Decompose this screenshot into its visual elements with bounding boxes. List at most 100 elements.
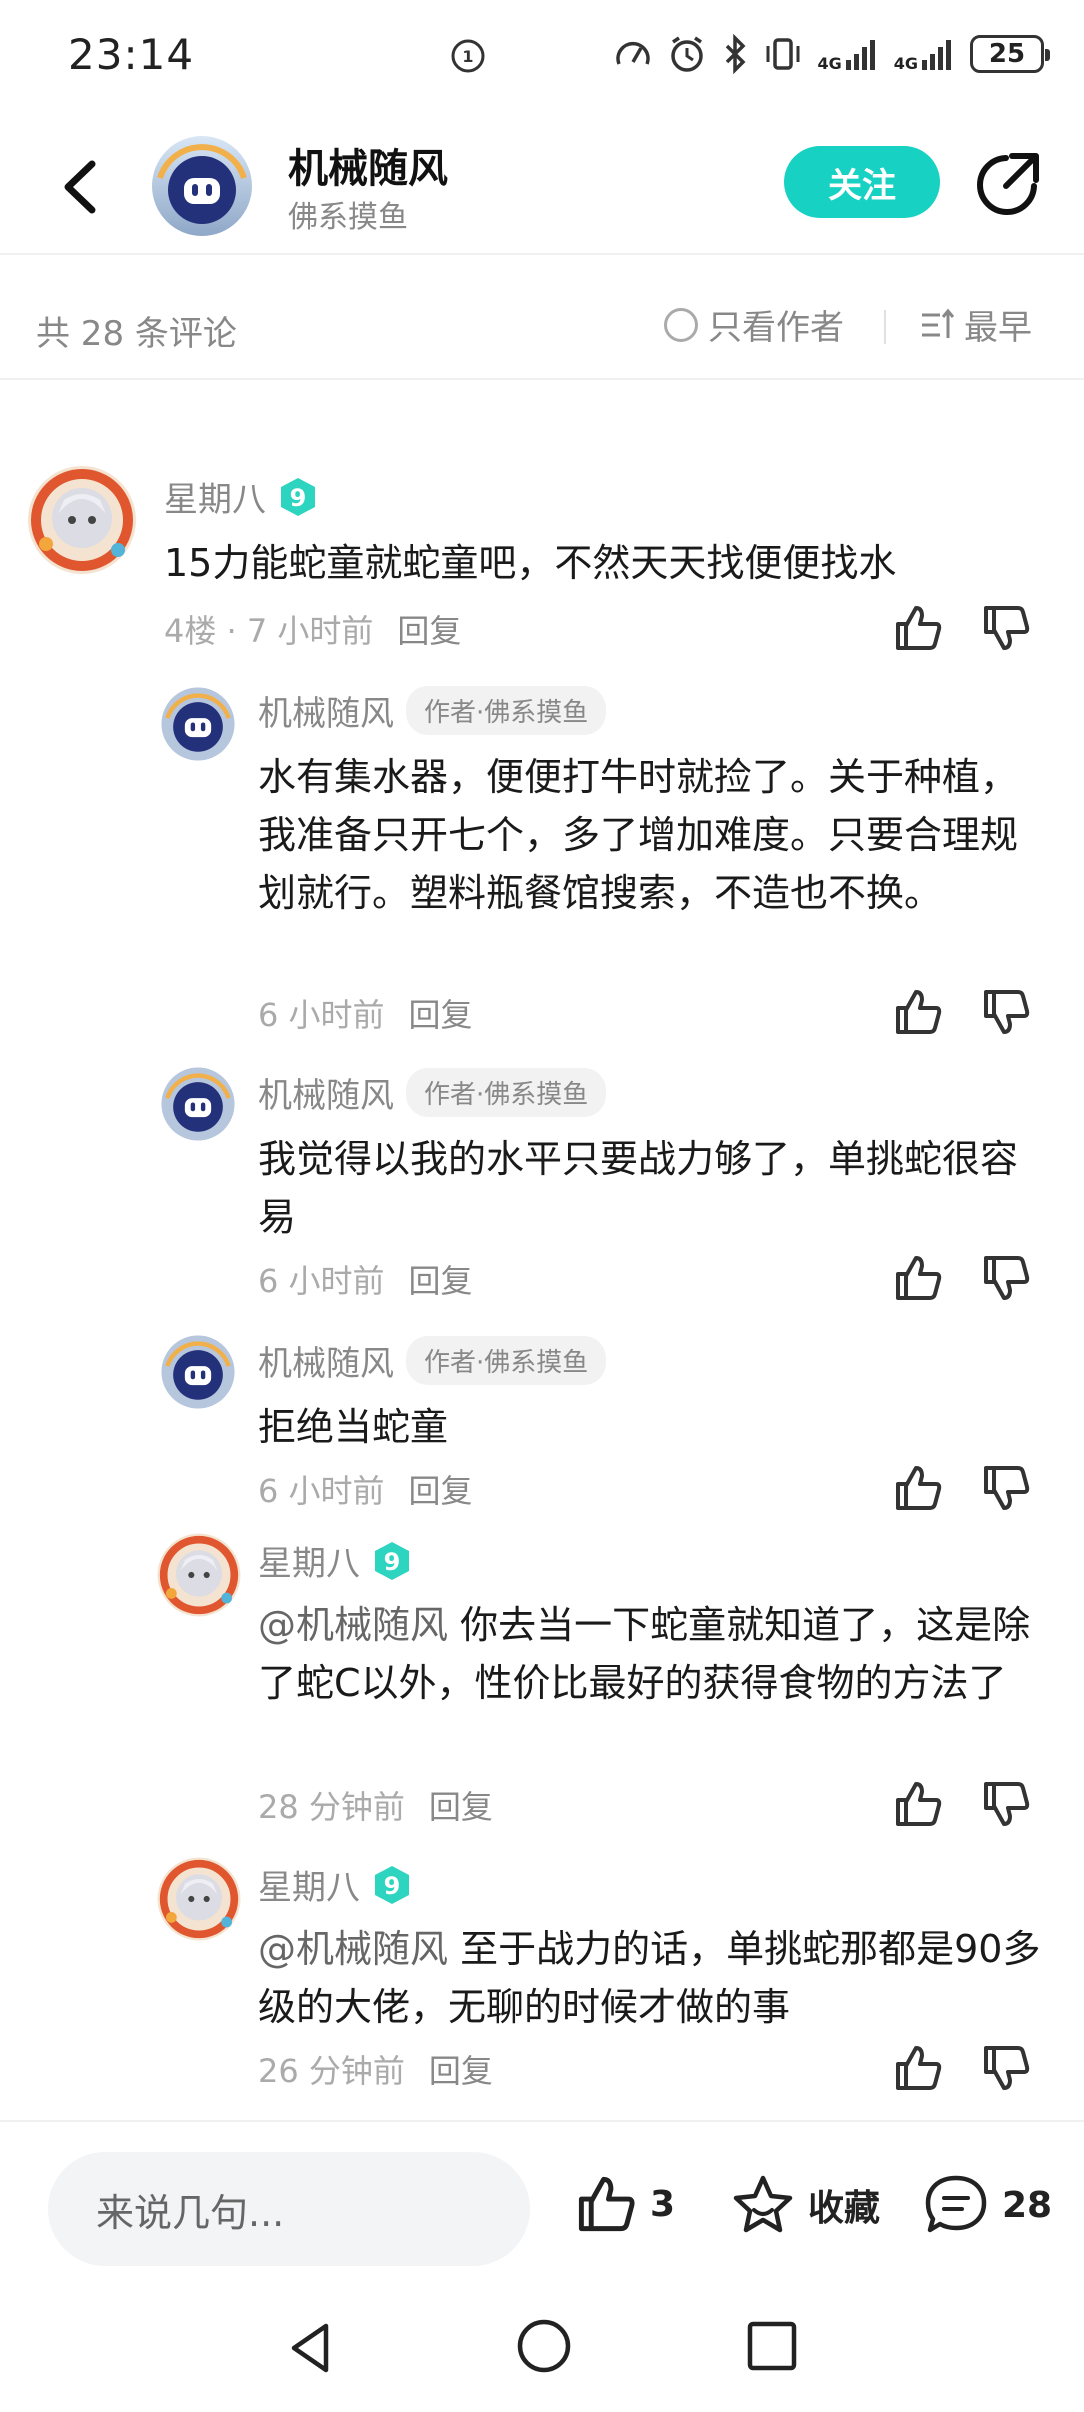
thumbs-up-icon[interactable] — [892, 986, 944, 1038]
thumbs-down-icon[interactable] — [980, 602, 1032, 654]
comment-name-row: 星期八 9 — [258, 1860, 412, 1909]
reply-item: 机械随风 作者·佛系摸鱼 水有集水器，便便打牛时就捡了。关于种植，我准备只开七个… — [0, 680, 1084, 1040]
system-nav-bar — [0, 2300, 1084, 2412]
bottom-action-bar: 来说几句... 3 收藏 28 — [0, 2120, 1084, 2300]
bluetooth-icon — [726, 34, 746, 74]
thumbs-up-icon[interactable] — [892, 602, 944, 654]
sort-label: 最早 — [964, 308, 1032, 348]
speed-icon — [616, 41, 651, 65]
level-value: 9 — [384, 1548, 401, 1576]
reply-item: 机械随风 作者·佛系摸鱼 拒绝当蛇童 6 小时前 回复 — [0, 1330, 1084, 1520]
sort-icon — [922, 308, 955, 338]
comment-text: 15力能蛇童就蛇童吧，不然天天找便便找水 — [164, 541, 897, 585]
author-name[interactable]: 机械随风 — [288, 136, 448, 194]
collect-label: 收藏 — [808, 2188, 881, 2229]
battery-icon: 25 — [970, 35, 1050, 73]
reply-item: 机械随风 作者·佛系摸鱼 我觉得以我的水平只要战力够了，单挑蛇很容易 6 小时前… — [0, 1062, 1084, 1312]
divider — [884, 310, 886, 344]
commenter-name[interactable]: 机械随风 — [258, 686, 394, 735]
comment-text: 水有集水器，便便打牛时就捡了。关于种植，我准备只开七个，多了增加难度。只要合理规… — [258, 755, 1019, 915]
status-bar: 23:14 1 4G 4G 25 — [0, 0, 1084, 110]
level-badge-icon: 9 — [281, 477, 315, 516]
commenter-name[interactable]: 机械随风 — [258, 1336, 394, 1385]
like-count: 3 — [650, 2183, 676, 2225]
thumbs-up-icon[interactable] — [892, 1252, 944, 1304]
thumbs-down-icon[interactable] — [980, 2042, 1032, 2094]
like-button[interactable]: 3 — [574, 2172, 675, 2236]
signal-bars-icon — [845, 40, 875, 70]
user-avatar[interactable] — [160, 686, 236, 762]
comment-time: 6 小时前 — [258, 1472, 385, 1510]
level-badge-icon: 9 — [375, 1541, 409, 1580]
reply-button[interactable]: 回复 — [429, 2046, 493, 2092]
comment-meta: 6 小时前 回复 — [258, 1256, 473, 1302]
post-header: 机械随风 佛系摸鱼 关注 — [0, 120, 1084, 255]
level-value: 9 — [290, 484, 307, 512]
collect-button[interactable]: 收藏 — [730, 2172, 880, 2238]
comment-text: 我觉得以我的水平只要战力够了，单挑蛇很容易 — [258, 1137, 1019, 1239]
comment-time: 6 小时前 — [258, 996, 385, 1034]
author-tag: 作者·佛系摸鱼 — [406, 1068, 607, 1117]
thumbs-down-icon[interactable] — [980, 986, 1032, 1038]
commenter-name[interactable]: 星期八 — [164, 472, 266, 521]
only-author-label: 只看作者 — [708, 308, 844, 348]
only-author-toggle[interactable]: 只看作者 — [664, 300, 844, 349]
author-tag: 作者·佛系摸鱼 — [406, 1336, 607, 1385]
thumbs-up-icon[interactable] — [892, 1778, 944, 1830]
comment-text: @机械随风 至于战力的话，单挑蛇那都是90多级的大佬，无聊的时候才做的事 — [258, 1920, 1048, 2036]
comment-input[interactable]: 来说几句... — [48, 2152, 530, 2266]
commenter-name[interactable]: 星期八 — [258, 1536, 360, 1585]
battery-level: 25 — [988, 39, 1026, 69]
commenter-name[interactable]: 星期八 — [258, 1860, 360, 1909]
user-avatar[interactable] — [160, 1066, 236, 1142]
thumbs-down-icon[interactable] — [980, 1778, 1032, 1830]
comment-meta: 6 小时前 回复 — [258, 1466, 473, 1512]
user-avatar[interactable] — [156, 1532, 242, 1618]
commenter-name[interactable]: 机械随风 — [258, 1068, 394, 1117]
comment-meta: 26 分钟前 回复 — [258, 2046, 493, 2092]
level-badge-icon: 9 — [375, 1865, 409, 1904]
thumbs-down-icon[interactable] — [980, 1462, 1032, 1514]
comment-item: 星期八 9 15力能蛇童就蛇童吧，不然天天找便便找水 4楼 · 7 小时前 回复 — [0, 440, 1084, 670]
reply-item: 星期八 9 @机械随风 至于战力的话，单挑蛇那都是90多级的大佬，无聊的时候才做… — [0, 1856, 1084, 2106]
signal-bars-icon — [922, 40, 951, 70]
comment-meta: 28 分钟前 回复 — [258, 1782, 493, 1828]
reply-button[interactable]: 回复 — [409, 1256, 473, 1302]
nav-back-icon[interactable] — [282, 2318, 342, 2378]
mention-link[interactable]: @机械随风 — [258, 1927, 448, 1971]
author-subtitle: 佛系摸鱼 — [288, 200, 408, 235]
thumbs-down-icon[interactable] — [980, 1252, 1032, 1304]
comment-time: 6 小时前 — [258, 1262, 385, 1300]
thumbs-up-icon[interactable] — [892, 1462, 944, 1514]
nav-recent-apps-icon[interactable] — [744, 2318, 800, 2374]
nav-home-icon[interactable] — [514, 2316, 574, 2376]
sort-order-button[interactable]: 最早 — [918, 300, 1032, 349]
vibrate-icon — [766, 38, 800, 70]
comment-name-row: 机械随风 作者·佛系摸鱼 — [258, 1336, 607, 1385]
user-avatar[interactable] — [26, 464, 138, 576]
back-icon[interactable] — [52, 152, 112, 222]
reply-button[interactable]: 回复 — [397, 606, 461, 652]
user-avatar[interactable] — [160, 1334, 236, 1410]
comment-bubble-icon — [925, 2175, 987, 2233]
reply-button[interactable]: 回复 — [429, 1782, 493, 1828]
comment-meta: 6 小时前 回复 — [258, 990, 473, 1036]
reply-button[interactable]: 回复 — [409, 990, 473, 1036]
comment-sort-bar: 共 28 条评论 只看作者 最早 — [0, 270, 1084, 380]
author-tag: 作者·佛系摸鱼 — [406, 686, 607, 735]
follow-button[interactable]: 关注 — [784, 146, 940, 218]
user-avatar[interactable] — [156, 1856, 242, 1942]
hd-call-icon: 1 — [451, 39, 485, 73]
share-icon[interactable] — [972, 150, 1042, 220]
status-icons: 4G 4G 25 — [613, 30, 1050, 78]
reply-button[interactable]: 回复 — [409, 1466, 473, 1512]
reply-item: 星期八 9 @机械随风 你去当一下蛇童就知道了，这是除了蛇C以外，性价比最好的获… — [0, 1532, 1084, 1832]
author-avatar[interactable] — [150, 134, 254, 238]
mention-link[interactable]: @机械随风 — [258, 1603, 448, 1647]
comment-time: 28 分钟前 — [258, 1788, 405, 1826]
thumbs-up-icon[interactable] — [892, 2042, 944, 2094]
comment-name-row: 星期八 9 — [164, 472, 318, 521]
thumbs-up-icon — [578, 2176, 635, 2232]
comments-button[interactable]: 28 — [922, 2172, 1052, 2238]
comment-name-row: 星期八 9 — [258, 1536, 412, 1585]
